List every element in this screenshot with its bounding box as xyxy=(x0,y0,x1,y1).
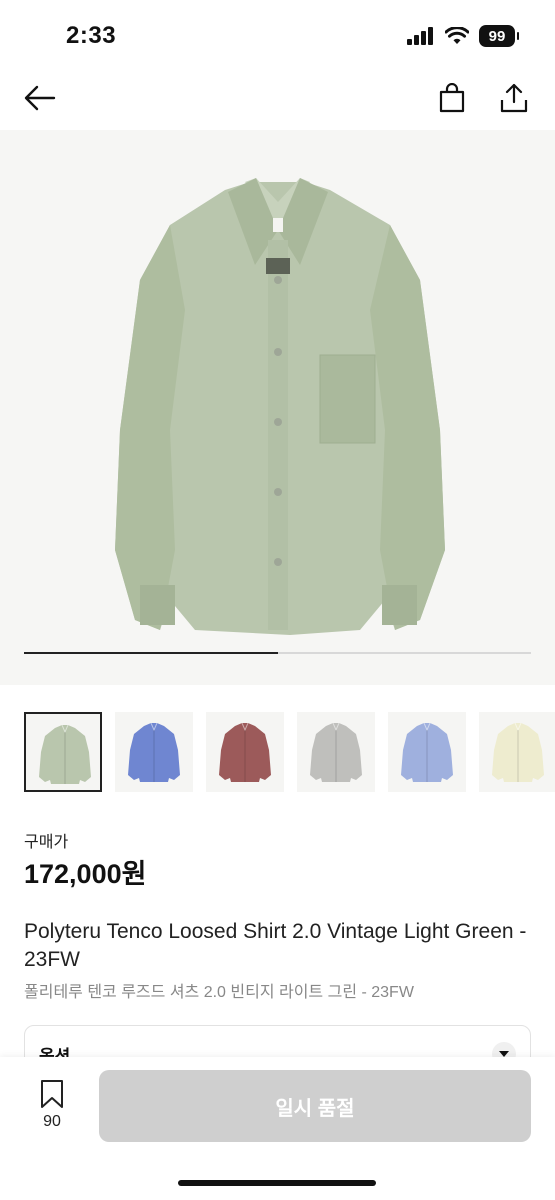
color-thumbnail[interactable] xyxy=(479,712,555,792)
status-bar: 2:33 99 xyxy=(0,0,555,70)
wifi-icon xyxy=(445,27,469,44)
home-indicator xyxy=(178,1180,376,1186)
buy-button-sold-out[interactable]: 일시 품절 xyxy=(99,1070,531,1142)
product-image-carousel[interactable] xyxy=(0,130,555,685)
share-icon xyxy=(500,83,528,113)
product-shirt-image xyxy=(115,178,445,635)
bookmark-icon xyxy=(41,1080,63,1108)
status-icons: 99 xyxy=(407,25,519,47)
nav-bar xyxy=(0,70,555,130)
carousel-progress-fill xyxy=(24,652,278,654)
thumbnail-shirt-image xyxy=(128,722,180,782)
wishlist-button[interactable]: 90 xyxy=(34,1079,70,1139)
share-button[interactable] xyxy=(492,76,536,120)
battery-level: 99 xyxy=(488,27,506,45)
color-thumbnail[interactable] xyxy=(115,712,193,792)
cellular-signal-icon xyxy=(407,27,433,45)
thumbnail-shirt-image xyxy=(401,722,453,782)
thumbnail-shirt-image xyxy=(39,724,91,784)
shopping-bag-icon xyxy=(439,83,465,113)
wishlist-count: 90 xyxy=(43,1113,61,1130)
thumbnail-shirt-image xyxy=(219,722,271,782)
carousel-progress-track xyxy=(24,652,531,654)
status-time: 2:33 xyxy=(66,22,117,49)
back-arrow-icon xyxy=(24,85,56,111)
color-thumbnail[interactable] xyxy=(388,712,466,792)
shopping-bag-button[interactable] xyxy=(430,76,474,120)
color-thumbnail[interactable] xyxy=(24,712,102,792)
thumbnail-shirt-image xyxy=(310,722,362,782)
battery-indicator: 99 xyxy=(479,25,519,47)
price-label: 구매가 xyxy=(24,834,69,851)
product-title-ko: 폴리테루 텐코 루즈드 셔츠 2.0 빈티지 라이트 그린 - 23FW xyxy=(24,984,414,1001)
color-thumbnail[interactable] xyxy=(297,712,375,792)
thumbnail-shirt-image xyxy=(492,722,544,782)
price-value: 172,000원 xyxy=(24,859,147,889)
back-button[interactable] xyxy=(18,76,62,120)
bottom-action-bar: 90 일시 품절 xyxy=(0,1057,555,1200)
product-title-en: Polyteru Tenco Loosed Shirt 2.0 Vintage … xyxy=(24,920,527,971)
color-thumbnail-strip xyxy=(24,712,555,792)
color-thumbnail[interactable] xyxy=(206,712,284,792)
